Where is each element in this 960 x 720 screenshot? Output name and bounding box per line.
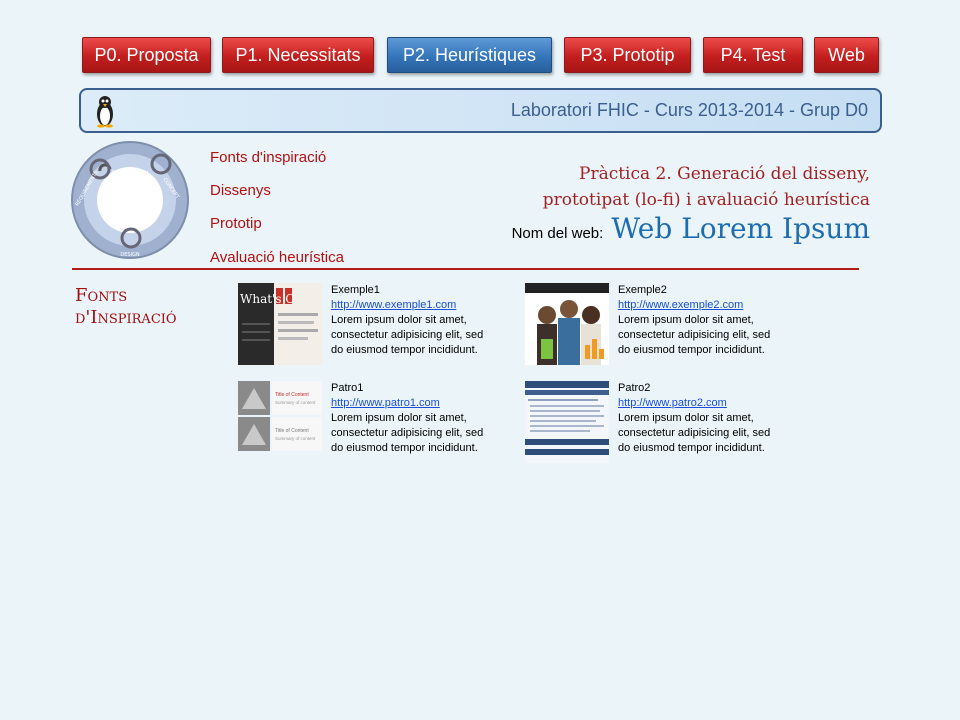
card-desc-line: consectetur adipisicing elit, sed	[331, 427, 484, 439]
nav-button-p0[interactable]: P0. Proposta	[82, 37, 211, 73]
nav-button-web[interactable]: Web	[814, 37, 879, 73]
web-name-value: Web Lorem Ipsum	[611, 212, 870, 245]
menu-item-prototip[interactable]: Prototip	[210, 215, 262, 232]
exemple1-thumb-text: What's C	[240, 292, 295, 306]
exemple1-thumbnail: What's C	[238, 283, 322, 365]
cycle-label-evaluation: EVALUATION	[111, 170, 148, 177]
card-desc-line: do eiusmod tempor incididunt.	[618, 344, 765, 356]
header-banner: Laboratori FHIC - Curs 2013-2014 - Grup …	[79, 88, 882, 133]
card-desc-line: consectetur adipisicing elit, sed	[618, 329, 771, 341]
card-link[interactable]: http://www.exemple2.com	[618, 298, 798, 313]
card-desc-line: Lorem ipsum dolor sit amet,	[331, 314, 467, 326]
inspiration-card: Patro2 http://www.patro2.com Lorem ipsum…	[525, 381, 805, 471]
inspiration-card: What's C Exemple1 http://www.exemple1.co…	[238, 283, 518, 373]
patro1-thumb-title: Title of Content	[275, 428, 309, 434]
card-desc-line: do eiusmod tempor incididunt.	[618, 442, 765, 454]
cycle-label-design: DESIGN	[120, 252, 140, 258]
nav-button-p2[interactable]: P2. Heurístiques	[387, 37, 552, 73]
nav-button-p1[interactable]: P1. Necessitats	[222, 37, 374, 73]
card-desc-line: consectetur adipisicing elit, sed	[331, 329, 484, 341]
practice-title-line1: Pràctica 2. Generació del disseny,	[579, 164, 870, 184]
card-link[interactable]: http://www.patro1.com	[331, 396, 511, 411]
course-title: Laboratori FHIC - Curs 2013-2014 - Grup …	[510, 100, 868, 120]
card-desc-line: Lorem ipsum dolor sit amet,	[618, 314, 754, 326]
nav-button-p3[interactable]: P3. Prototip	[564, 37, 691, 73]
inspiration-card: Exemple2 http://www.exemple2.com Lorem i…	[525, 283, 805, 373]
card-desc-line: consectetur adipisicing elit, sed	[618, 427, 771, 439]
patro1-thumb-sub: Summary of content	[275, 436, 316, 441]
web-name-label: Nom del web:	[511, 225, 604, 242]
exemple2-thumbnail	[525, 283, 609, 365]
patro1-thumb-sub: Summary of content	[275, 400, 316, 405]
section-divider	[72, 268, 859, 270]
practice-title-line2: prototipat (lo-fi) i avaluació heurístic…	[542, 190, 870, 210]
card-desc-line: Lorem ipsum dolor sit amet,	[331, 412, 467, 424]
card-name: Patro2	[618, 382, 651, 394]
card-name: Patro1	[331, 382, 364, 394]
patro2-thumbnail	[525, 381, 609, 463]
card-link[interactable]: http://www.patro2.com	[618, 396, 798, 411]
menu-item-dissenys[interactable]: Dissenys	[210, 182, 271, 199]
card-link[interactable]: http://www.exemple1.com	[331, 298, 511, 313]
card-name: Exemple1	[331, 284, 380, 296]
card-desc-line: Lorem ipsum dolor sit amet,	[618, 412, 754, 424]
web-name-row: Nom del web: Web Lorem Ipsum	[512, 212, 870, 245]
card-desc-line: do eiusmod tempor incididunt.	[331, 442, 478, 454]
menu-item-avaluacio[interactable]: Avaluació heurística	[210, 249, 344, 266]
patro1-thumbnail: Title of Content Summary of content Titl…	[238, 381, 322, 463]
section-title: Fonts d'Inspiració	[75, 285, 177, 328]
patro1-thumb-title: Title of Content	[275, 392, 309, 398]
penguin-icon	[97, 96, 113, 128]
card-desc-line: do eiusmod tempor incididunt.	[331, 344, 478, 356]
nav-button-p4[interactable]: P4. Test	[703, 37, 803, 73]
menu-item-fonts[interactable]: Fonts d'inspiració	[210, 149, 326, 166]
inspiration-card: Title of Content Summary of content Titl…	[238, 381, 518, 471]
design-cycle-diagram: EVALUATION DESIGN REQUIREMENTS CONCEPT	[71, 141, 189, 259]
card-name: Exemple2	[618, 284, 667, 296]
